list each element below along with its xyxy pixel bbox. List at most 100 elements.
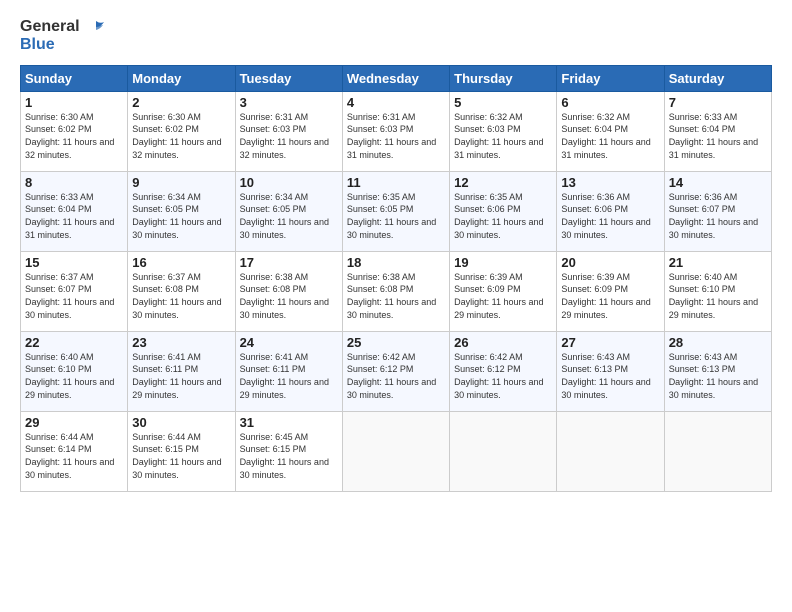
day-info: Sunrise: 6:40 AMSunset: 6:10 PMDaylight:… [25,351,123,401]
calendar-cell: 3Sunrise: 6:31 AMSunset: 6:03 PMDaylight… [235,91,342,171]
day-info: Sunrise: 6:36 AMSunset: 6:06 PMDaylight:… [561,191,659,241]
weekday-header-wednesday: Wednesday [342,65,449,91]
day-info: Sunrise: 6:43 AMSunset: 6:13 PMDaylight:… [669,351,767,401]
calendar-cell: 8Sunrise: 6:33 AMSunset: 6:04 PMDaylight… [21,171,128,251]
day-info: Sunrise: 6:35 AMSunset: 6:05 PMDaylight:… [347,191,445,241]
calendar-cell: 23Sunrise: 6:41 AMSunset: 6:11 PMDayligh… [128,331,235,411]
day-info: Sunrise: 6:45 AMSunset: 6:15 PMDaylight:… [240,431,338,481]
day-info: Sunrise: 6:41 AMSunset: 6:11 PMDaylight:… [132,351,230,401]
day-number: 20 [561,255,659,270]
day-info: Sunrise: 6:43 AMSunset: 6:13 PMDaylight:… [561,351,659,401]
day-info: Sunrise: 6:41 AMSunset: 6:11 PMDaylight:… [240,351,338,401]
calendar-cell: 16Sunrise: 6:37 AMSunset: 6:08 PMDayligh… [128,251,235,331]
day-info: Sunrise: 6:31 AMSunset: 6:03 PMDaylight:… [240,111,338,161]
calendar-cell: 4Sunrise: 6:31 AMSunset: 6:03 PMDaylight… [342,91,449,171]
calendar-cell: 1Sunrise: 6:30 AMSunset: 6:02 PMDaylight… [21,91,128,171]
weekday-header-sunday: Sunday [21,65,128,91]
day-number: 10 [240,175,338,190]
day-info: Sunrise: 6:34 AMSunset: 6:05 PMDaylight:… [240,191,338,241]
day-number: 18 [347,255,445,270]
weekday-header-monday: Monday [128,65,235,91]
calendar-cell: 24Sunrise: 6:41 AMSunset: 6:11 PMDayligh… [235,331,342,411]
day-number: 8 [25,175,123,190]
day-info: Sunrise: 6:39 AMSunset: 6:09 PMDaylight:… [561,271,659,321]
day-number: 27 [561,335,659,350]
day-info: Sunrise: 6:34 AMSunset: 6:05 PMDaylight:… [132,191,230,241]
calendar-cell: 14Sunrise: 6:36 AMSunset: 6:07 PMDayligh… [664,171,771,251]
day-info: Sunrise: 6:40 AMSunset: 6:10 PMDaylight:… [669,271,767,321]
day-number: 26 [454,335,552,350]
calendar-cell: 11Sunrise: 6:35 AMSunset: 6:05 PMDayligh… [342,171,449,251]
day-number: 21 [669,255,767,270]
day-number: 7 [669,95,767,110]
week-row-5: 29Sunrise: 6:44 AMSunset: 6:14 PMDayligh… [21,411,772,491]
calendar-cell: 19Sunrise: 6:39 AMSunset: 6:09 PMDayligh… [450,251,557,331]
day-info: Sunrise: 6:44 AMSunset: 6:14 PMDaylight:… [25,431,123,481]
day-info: Sunrise: 6:42 AMSunset: 6:12 PMDaylight:… [347,351,445,401]
day-number: 24 [240,335,338,350]
day-number: 13 [561,175,659,190]
day-number: 29 [25,415,123,430]
calendar-cell: 15Sunrise: 6:37 AMSunset: 6:07 PMDayligh… [21,251,128,331]
day-info: Sunrise: 6:42 AMSunset: 6:12 PMDaylight:… [454,351,552,401]
calendar-cell: 28Sunrise: 6:43 AMSunset: 6:13 PMDayligh… [664,331,771,411]
calendar-cell: 26Sunrise: 6:42 AMSunset: 6:12 PMDayligh… [450,331,557,411]
day-info: Sunrise: 6:37 AMSunset: 6:08 PMDaylight:… [132,271,230,321]
day-info: Sunrise: 6:44 AMSunset: 6:15 PMDaylight:… [132,431,230,481]
day-info: Sunrise: 6:38 AMSunset: 6:08 PMDaylight:… [347,271,445,321]
calendar-cell: 9Sunrise: 6:34 AMSunset: 6:05 PMDaylight… [128,171,235,251]
calendar-cell: 27Sunrise: 6:43 AMSunset: 6:13 PMDayligh… [557,331,664,411]
weekday-header-row: SundayMondayTuesdayWednesdayThursdayFrid… [21,65,772,91]
week-row-2: 8Sunrise: 6:33 AMSunset: 6:04 PMDaylight… [21,171,772,251]
calendar-cell [664,411,771,491]
day-number: 1 [25,95,123,110]
logo-wordmark: General Blue [20,18,104,55]
calendar-cell: 29Sunrise: 6:44 AMSunset: 6:14 PMDayligh… [21,411,128,491]
calendar-cell [557,411,664,491]
day-number: 12 [454,175,552,190]
day-number: 4 [347,95,445,110]
calendar-cell: 22Sunrise: 6:40 AMSunset: 6:10 PMDayligh… [21,331,128,411]
day-info: Sunrise: 6:30 AMSunset: 6:02 PMDaylight:… [25,111,123,161]
calendar-cell: 21Sunrise: 6:40 AMSunset: 6:10 PMDayligh… [664,251,771,331]
day-number: 3 [240,95,338,110]
calendar-cell [450,411,557,491]
logo-blue-text: Blue [20,36,104,54]
day-number: 25 [347,335,445,350]
day-number: 19 [454,255,552,270]
day-info: Sunrise: 6:35 AMSunset: 6:06 PMDaylight:… [454,191,552,241]
logo-general-text: General [20,18,104,36]
day-info: Sunrise: 6:37 AMSunset: 6:07 PMDaylight:… [25,271,123,321]
day-info: Sunrise: 6:39 AMSunset: 6:09 PMDaylight:… [454,271,552,321]
calendar-cell: 18Sunrise: 6:38 AMSunset: 6:08 PMDayligh… [342,251,449,331]
calendar-cell: 31Sunrise: 6:45 AMSunset: 6:15 PMDayligh… [235,411,342,491]
day-number: 2 [132,95,230,110]
calendar-cell: 12Sunrise: 6:35 AMSunset: 6:06 PMDayligh… [450,171,557,251]
week-row-3: 15Sunrise: 6:37 AMSunset: 6:07 PMDayligh… [21,251,772,331]
day-number: 17 [240,255,338,270]
day-info: Sunrise: 6:30 AMSunset: 6:02 PMDaylight:… [132,111,230,161]
day-number: 9 [132,175,230,190]
calendar-cell [342,411,449,491]
day-number: 5 [454,95,552,110]
calendar-cell: 25Sunrise: 6:42 AMSunset: 6:12 PMDayligh… [342,331,449,411]
calendar-cell: 30Sunrise: 6:44 AMSunset: 6:15 PMDayligh… [128,411,235,491]
day-number: 16 [132,255,230,270]
day-number: 14 [669,175,767,190]
day-info: Sunrise: 6:33 AMSunset: 6:04 PMDaylight:… [669,111,767,161]
day-number: 6 [561,95,659,110]
day-info: Sunrise: 6:32 AMSunset: 6:04 PMDaylight:… [561,111,659,161]
day-number: 30 [132,415,230,430]
day-info: Sunrise: 6:32 AMSunset: 6:03 PMDaylight:… [454,111,552,161]
logo-wing-icon [86,20,104,34]
weekday-header-tuesday: Tuesday [235,65,342,91]
weekday-header-friday: Friday [557,65,664,91]
logo: General Blue [20,18,104,55]
day-number: 31 [240,415,338,430]
weekday-header-thursday: Thursday [450,65,557,91]
calendar-page: General Blue SundayMondayTuesdayWednesda… [0,0,792,612]
day-number: 22 [25,335,123,350]
calendar-cell: 20Sunrise: 6:39 AMSunset: 6:09 PMDayligh… [557,251,664,331]
calendar-cell: 7Sunrise: 6:33 AMSunset: 6:04 PMDaylight… [664,91,771,171]
day-info: Sunrise: 6:33 AMSunset: 6:04 PMDaylight:… [25,191,123,241]
